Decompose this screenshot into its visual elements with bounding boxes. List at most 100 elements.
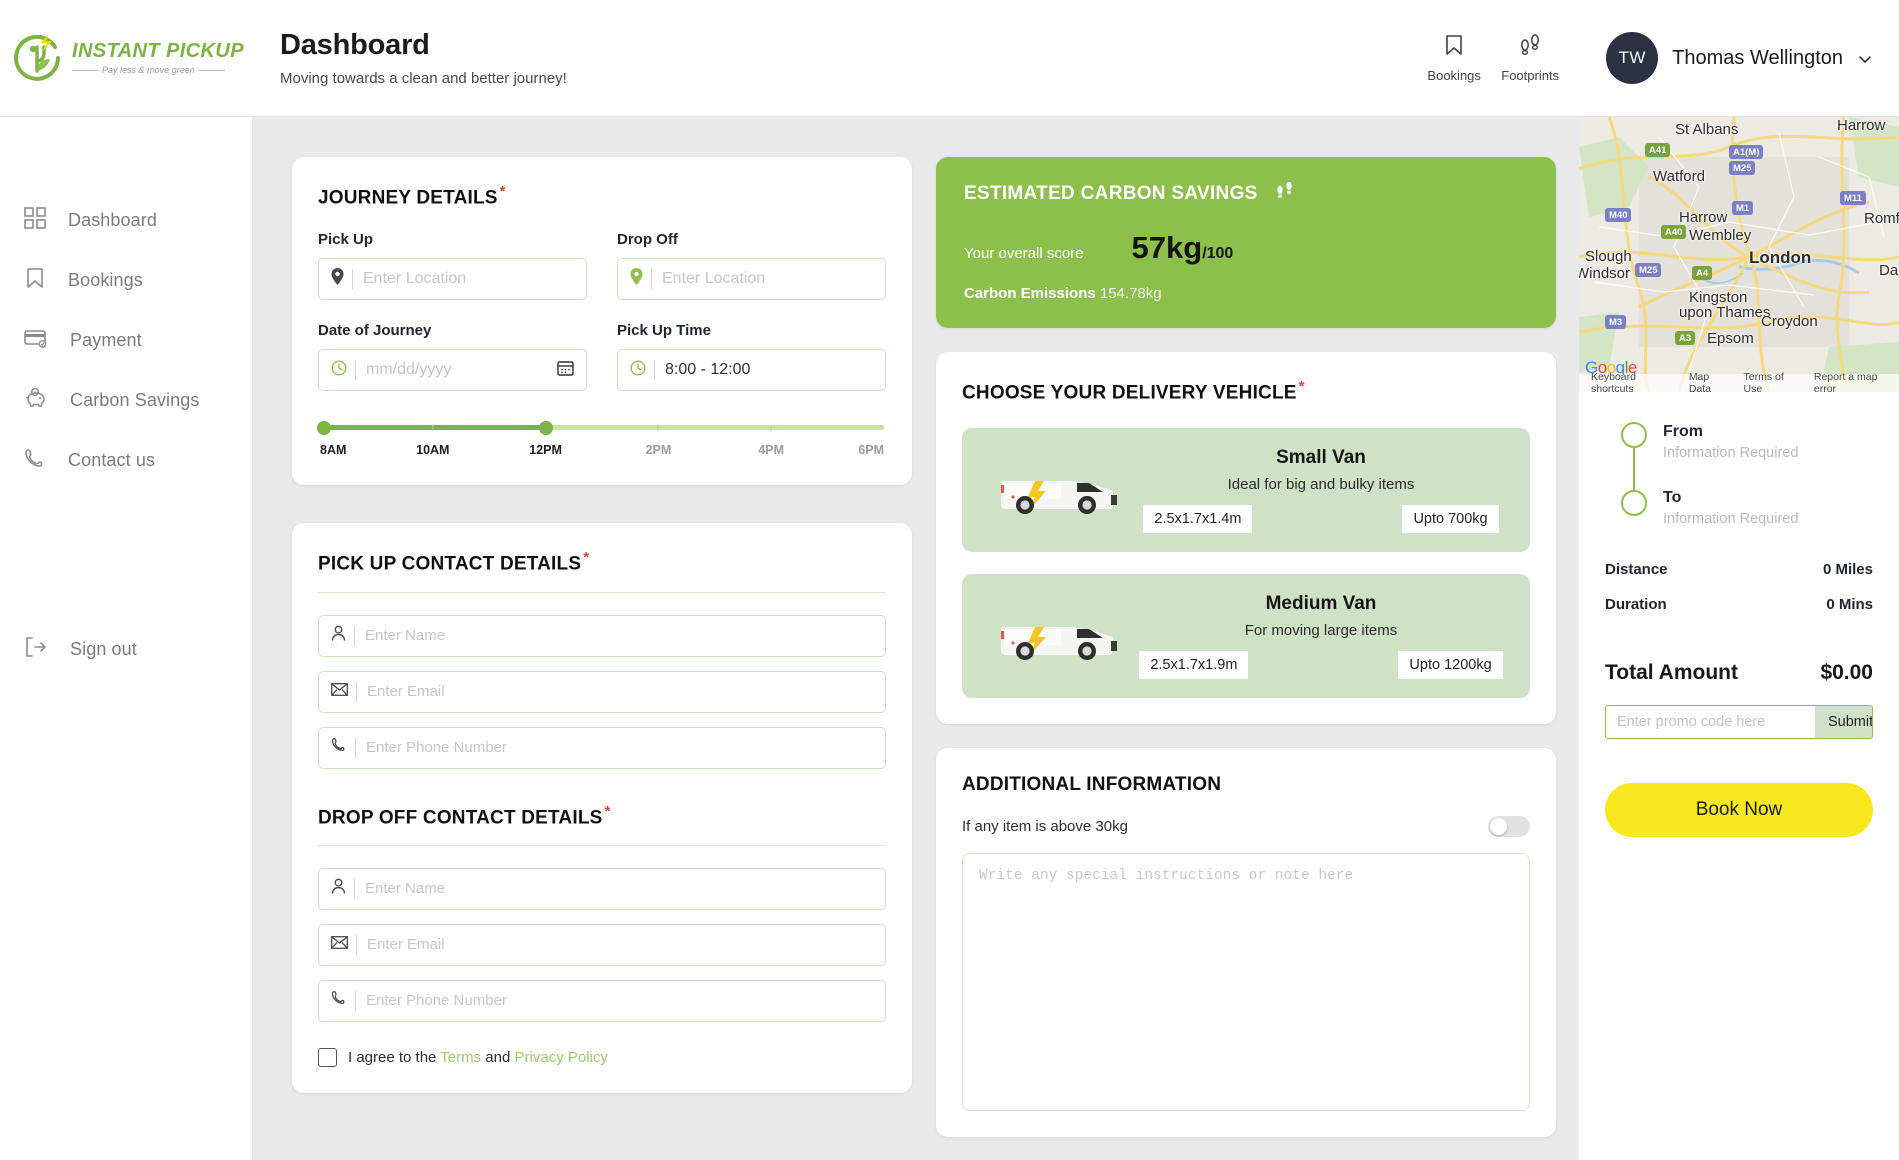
- pickup-phone-input[interactable]: Enter Phone Number: [318, 726, 886, 769]
- date-of-journey-input[interactable]: mm/dd/yyyy: [318, 349, 587, 392]
- route-from-label: From: [1663, 423, 1703, 440]
- credit-card-icon: [24, 327, 48, 354]
- contact-details-card: PICK UP CONTACT DETAILS * Enter Name Ent…: [292, 523, 912, 1093]
- total-amount-row: Total Amount $0.00: [1605, 661, 1873, 685]
- carbon-savings-card: ESTIMATED CARBON SAVINGS Your overall sc…: [936, 157, 1556, 328]
- heavy-item-toggle-label: If any item is above 30kg: [962, 818, 1128, 836]
- dropoff-location-placeholder: Enter Location: [662, 270, 766, 288]
- map-road-a3: A3: [1675, 331, 1696, 345]
- map-road-m3: M3: [1605, 315, 1627, 329]
- map-label-epsom: Epsom: [1707, 330, 1754, 347]
- slider-label-8am: 8AM: [320, 443, 347, 458]
- map-label-st-albans: St Albans: [1675, 121, 1739, 138]
- privacy-policy-link[interactable]: Privacy Policy: [515, 1049, 608, 1066]
- agree-prefix: I agree to the: [348, 1048, 441, 1066]
- logo-area[interactable]: INSTANT PICKUP Pay less & move green: [0, 29, 252, 87]
- dropoff-name-placeholder: Enter Name: [365, 880, 446, 898]
- journey-details-card: JOURNEY DETAILS* Pick Up Enter Location: [292, 157, 912, 486]
- dropoff-phone-divider: [355, 990, 356, 1011]
- brand-logo[interactable]: INSTANT PICKUP Pay less & move green: [8, 29, 244, 87]
- dropoff-phone-input[interactable]: Enter Phone Number: [318, 979, 886, 1022]
- map-label-windsor: Windsor: [1579, 265, 1631, 282]
- dropoff-contact-title-text: DROP OFF CONTACT DETAILS: [318, 806, 603, 828]
- metric-distance-value: 0 Miles: [1822, 561, 1873, 578]
- map-label-harrow: Harrow: [1679, 209, 1728, 226]
- terms-link[interactable]: Terms: [440, 1049, 481, 1066]
- metric-duration: Duration 0 Mins: [1605, 596, 1873, 613]
- agree-middle: and: [481, 1048, 515, 1066]
- sidebar-item-dashboard[interactable]: Dashboard: [0, 190, 252, 250]
- app-header: INSTANT PICKUP Pay less & move green Das…: [0, 0, 1899, 117]
- tagline-rule-left: [72, 70, 99, 71]
- sidebar-item-bookings[interactable]: Bookings: [0, 250, 252, 310]
- sidebar-item-payment[interactable]: Payment: [0, 310, 252, 370]
- dropoff-email-input[interactable]: Enter Email: [318, 923, 886, 966]
- route-to-label: To: [1663, 489, 1682, 506]
- van-illustration: [984, 459, 1134, 521]
- vehicle-medium-van-desc: For moving large items: [1244, 622, 1398, 640]
- map-report-error-link[interactable]: Report a map error: [1814, 371, 1899, 392]
- slider-knob-start[interactable]: [316, 420, 331, 435]
- map-keyboard-shortcuts[interactable]: Keyboard shortcuts: [1591, 371, 1678, 392]
- map-terms-link[interactable]: Terms of Use: [1744, 371, 1803, 392]
- sidebar-item-dashboard-label: Dashboard: [68, 209, 157, 230]
- sidebar-item-sign-out[interactable]: Sign out: [0, 619, 252, 679]
- dropoff-location-input[interactable]: Enter Location: [617, 258, 886, 301]
- sidebar-item-carbon-savings[interactable]: CO₂ Carbon Savings: [0, 370, 252, 430]
- pickup-phone-placeholder: Enter Phone Number: [366, 739, 507, 757]
- envelope-icon: [331, 936, 348, 954]
- map-label-croydon: Croydon: [1761, 313, 1818, 330]
- vehicle-small-van-chips: 2.5x1.7x1.4m Upto 700kg: [1143, 505, 1499, 534]
- map-road-m11: M11: [1840, 191, 1866, 205]
- slider-track[interactable]: [316, 420, 884, 435]
- right-column: ESTIMATED CARBON SAVINGS Your overall sc…: [936, 157, 1556, 1160]
- clock-icon: [630, 360, 646, 381]
- terms-checkbox[interactable]: [318, 1047, 337, 1067]
- delivery-vehicle-title-text: CHOOSE YOUR DELIVERY VEHICLE: [962, 382, 1297, 404]
- sidebar-item-sign-out-label: Sign out: [70, 638, 137, 659]
- required-asterisk: *: [583, 549, 590, 567]
- pickup-input-divider: [352, 269, 353, 290]
- bookmark-icon: [1444, 34, 1464, 61]
- journey-details-title-text: JOURNEY DETAILS: [318, 187, 498, 209]
- metric-duration-value: 0 Mins: [1826, 596, 1873, 613]
- brand-tagline-wrap: Pay less & move green: [72, 66, 244, 75]
- pickup-email-input[interactable]: Enter Email: [318, 670, 886, 713]
- slider-tick-10am: [432, 424, 434, 432]
- time-range-slider[interactable]: 8AM 10AM 12PM 2PM 4PM 6PM: [316, 420, 886, 459]
- vehicle-option-medium-van[interactable]: Medium Van For moving large items 2.5x1.…: [962, 574, 1530, 699]
- heavy-item-toggle[interactable]: [1488, 816, 1530, 838]
- pickup-location-input[interactable]: Enter Location: [318, 258, 587, 301]
- required-asterisk: *: [499, 183, 506, 200]
- brand-name: INSTANT PICKUP: [72, 40, 244, 62]
- datetime-row: Date of Journey mm/dd/yyyy Pick Up Time …: [318, 322, 886, 392]
- sidebar-item-contact-us[interactable]: Contact us: [0, 430, 252, 490]
- promo-code-input[interactable]: [1606, 706, 1815, 738]
- book-now-button[interactable]: Book Now: [1605, 783, 1873, 837]
- promo-submit-button[interactable]: Submit: [1815, 706, 1872, 738]
- slider-tick-labels: 8AM 10AM 12PM 2PM 4PM 6PM: [320, 443, 884, 459]
- dropoff-name-input[interactable]: Enter Name: [318, 867, 886, 910]
- chevron-down-icon: [1857, 51, 1871, 65]
- special-instructions-textarea[interactable]: Write any special instructions or note h…: [962, 853, 1530, 1112]
- calendar-icon[interactable]: [557, 359, 574, 381]
- footprints-icon: [1518, 33, 1542, 61]
- vehicle-option-small-van[interactable]: Small Van Ideal for big and bulky items …: [962, 428, 1530, 553]
- route-map[interactable]: St Albans Watford Harrow Wembley London …: [1579, 117, 1899, 392]
- map-road-a40: A40: [1661, 225, 1687, 239]
- map-data-link[interactable]: Map Data: [1689, 371, 1733, 392]
- user-menu[interactable]: TW Thomas Wellington: [1606, 32, 1871, 84]
- header-bookings-action[interactable]: Bookings: [1416, 34, 1492, 83]
- dropoff-contact-divider: [318, 844, 886, 846]
- pickup-time-input[interactable]: 8:00 - 12:00: [617, 349, 886, 392]
- user-icon: [331, 625, 346, 646]
- carbon-score-denominator: /100: [1202, 245, 1234, 262]
- header-footprints-action[interactable]: Footprints: [1492, 33, 1568, 83]
- date-input-divider: [355, 360, 356, 381]
- pickup-name-input[interactable]: Enter Name: [318, 614, 886, 657]
- route-timeline: [1605, 422, 1663, 527]
- vehicle-medium-van-capacity: Upto 1200kg: [1398, 651, 1503, 680]
- slider-knob-end[interactable]: [538, 420, 553, 435]
- dropoff-phone-placeholder: Enter Phone Number: [366, 992, 507, 1010]
- vehicle-small-van-desc: Ideal for big and bulky items: [1227, 476, 1415, 494]
